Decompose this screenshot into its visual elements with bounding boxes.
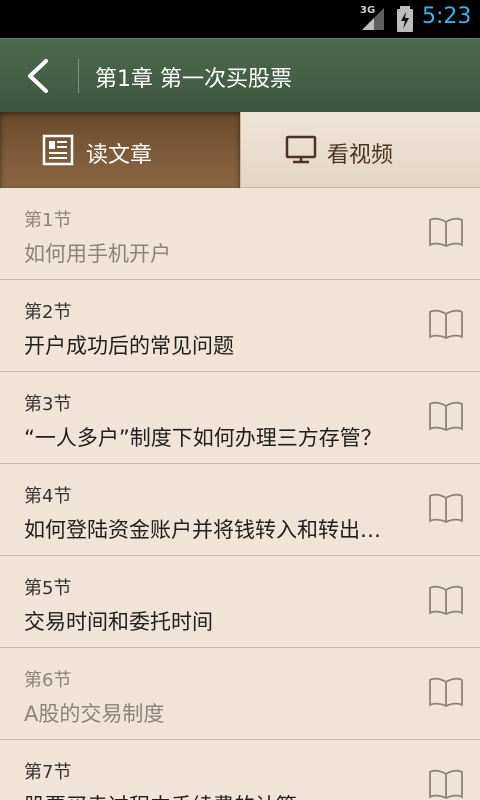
open-book-icon xyxy=(429,677,463,708)
list-item-section-3[interactable]: 第3节 “一人多户”制度下如何办理三方存管？ xyxy=(0,372,480,464)
section-title: A股的交易制度 xyxy=(24,702,165,726)
battery-icon xyxy=(397,6,413,32)
section-list: 第1节 如何用手机开户 第2节 开户成功后的常见问题 第3节 “一人多户”制度下… xyxy=(0,188,480,800)
article-icon xyxy=(42,134,74,166)
section-number: 第3节 xyxy=(24,394,72,415)
list-item-section-4[interactable]: 第4节 如何登陆资金账户并将钱转入和转出… xyxy=(0,464,480,556)
section-title: 开户成功后的常见问题 xyxy=(24,334,234,358)
list-item-section-5[interactable]: 第5节 交易时间和委托时间 xyxy=(0,556,480,648)
section-title: 交易时间和委托时间 xyxy=(24,610,213,634)
tab-bar: 读文章 看视频 xyxy=(0,112,480,188)
open-book-icon xyxy=(429,769,463,800)
page-title: 第1章 第一次买股票 xyxy=(95,67,292,92)
open-book-icon xyxy=(429,401,463,432)
app-header: 第1章 第一次买股票 xyxy=(0,38,480,112)
section-number: 第4节 xyxy=(24,486,72,507)
section-number: 第1节 xyxy=(24,210,72,231)
section-number: 第2节 xyxy=(24,302,72,323)
section-number: 第7节 xyxy=(24,762,72,783)
section-title: 如何登陆资金账户并将钱转入和转出… xyxy=(24,518,381,542)
tab-read-article-label: 读文章 xyxy=(86,143,153,168)
open-book-icon xyxy=(429,309,463,340)
status-bar: 3G 5:23 xyxy=(0,0,480,38)
list-item-section-1[interactable]: 第1节 如何用手机开户 xyxy=(0,188,480,280)
tab-watch-video-label: 看视频 xyxy=(327,143,394,168)
section-number: 第5节 xyxy=(24,578,72,599)
section-title: 股票买卖过程中手续费的计算 xyxy=(24,790,297,800)
open-book-icon xyxy=(429,493,463,524)
tab-watch-video[interactable]: 看视频 xyxy=(240,112,480,188)
section-title: 如何用手机开户 xyxy=(24,242,171,266)
signal-icon xyxy=(362,8,384,30)
back-arrow-icon[interactable] xyxy=(24,57,52,95)
list-item-section-6[interactable]: 第6节 A股的交易制度 xyxy=(0,648,480,740)
section-number: 第6节 xyxy=(24,670,72,691)
open-book-icon xyxy=(429,217,463,248)
tab-read-article[interactable]: 读文章 xyxy=(0,112,240,188)
section-title: “一人多户”制度下如何办理三方存管？ xyxy=(24,426,382,450)
monitor-icon xyxy=(285,135,317,164)
open-book-icon xyxy=(429,585,463,616)
clock: 5:23 xyxy=(422,4,472,29)
header-divider xyxy=(78,59,79,93)
list-item-section-7[interactable]: 第7节 股票买卖过程中手续费的计算 xyxy=(0,740,480,800)
list-item-section-2[interactable]: 第2节 开户成功后的常见问题 xyxy=(0,280,480,372)
